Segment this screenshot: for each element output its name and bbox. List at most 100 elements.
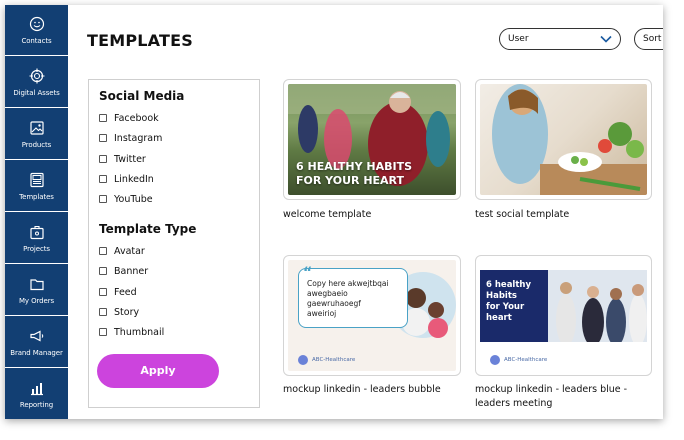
blue-panel: 6 healthy Habits for Your heart	[480, 270, 548, 342]
template-thumbnail: 6 HEALTHY HABITS FOR YOUR HEART	[288, 84, 456, 195]
filter-label: Instagram	[114, 132, 163, 144]
filter-feed[interactable]: Feed	[99, 285, 137, 299]
sort-button[interactable]: Sort	[634, 28, 663, 50]
template-thumbnail	[480, 84, 647, 195]
filter-label: YouTube	[114, 193, 153, 205]
template-type-heading: Template Type	[99, 222, 197, 236]
filter-linkedin[interactable]: LinkedIn	[99, 172, 154, 186]
apply-button[interactable]: Apply	[97, 354, 219, 388]
template-card-welcome[interactable]: 6 HEALTHY HABITS FOR YOUR HEART	[283, 79, 461, 200]
filter-instagram[interactable]: Instagram	[99, 131, 162, 145]
filter-twitter[interactable]: Twitter	[99, 152, 146, 166]
sidebar-item-label: Digital Assets	[13, 88, 60, 97]
template-icon	[29, 172, 44, 187]
brand-name: ABC-Healthcare	[504, 357, 548, 363]
sidebar-item-brand-manager[interactable]: Brand Manager	[5, 317, 68, 368]
template-thumbnail: 6 healthy Habits for Your heart ABC-Heal…	[480, 260, 647, 371]
filter-facebook[interactable]: Facebook	[99, 111, 159, 125]
filter-banner[interactable]: Banner	[99, 264, 148, 278]
filter-panel: Social Media Facebook Instagram Twitter …	[88, 79, 260, 408]
brand-name: ABC-Healthcare	[312, 357, 356, 363]
bubble-line: gaewruhaoegf	[307, 299, 361, 308]
sidebar-item-label: Reporting	[19, 401, 54, 409]
card-overlay-text: 6 HEALTHY HABITS FOR YOUR HEART	[296, 160, 412, 188]
card-title[interactable]: test social template	[475, 208, 569, 222]
target-icon	[29, 68, 44, 83]
filter-label: Thumbnail	[114, 326, 165, 338]
overlay-line: FOR YOUR HEART	[296, 174, 405, 187]
overlay-line: 6 healthy	[486, 280, 531, 290]
checkbox[interactable]	[99, 328, 107, 336]
template-thumbnail: “ Copy here akwejtbqai awegbaeio gaewruh…	[288, 260, 456, 371]
folder-icon	[29, 278, 44, 290]
checkbox[interactable]	[99, 247, 107, 255]
logo-icon	[490, 355, 500, 365]
sidebar-item-label: My Orders	[18, 296, 55, 305]
sidebar-item-reporting[interactable]: Reporting	[5, 369, 68, 419]
checkbox[interactable]	[99, 175, 107, 183]
sidebar-item-label: Templates	[19, 192, 54, 201]
template-card-leaders-bubble[interactable]: “ Copy here akwejtbqai awegbaeio gaewruh…	[283, 255, 461, 376]
sidebar-item-label: Brand Manager	[10, 348, 63, 357]
bubble-line: aweirioj	[307, 309, 337, 318]
chevron-down-icon	[600, 35, 612, 43]
filter-label: Facebook	[114, 112, 159, 124]
sidebar-item-contacts[interactable]: Contacts	[5, 5, 68, 56]
cooking-photo	[492, 84, 647, 195]
overlay-line: heart	[486, 313, 512, 323]
card-title[interactable]: mockup linkedin - leaders bubble	[283, 383, 441, 397]
speech-bubble: “ Copy here akwejtbqai awegbaeio gaewruh…	[298, 265, 408, 328]
card-title-line: leaders meeting	[475, 398, 553, 409]
megaphone-icon	[29, 330, 43, 341]
chart-icon	[30, 383, 43, 396]
sidebar-item-digital-assets[interactable]: Digital Assets	[5, 57, 68, 108]
template-card-test-social[interactable]	[475, 79, 652, 200]
page-title: TEMPLATES	[87, 31, 193, 50]
checkbox[interactable]	[99, 288, 107, 296]
filter-label: Avatar	[114, 245, 145, 257]
overlay-line: Habits	[486, 291, 517, 301]
brand-logo: ABC-Healthcare	[298, 355, 355, 365]
card-title[interactable]: welcome template	[283, 208, 371, 222]
social-media-heading: Social Media	[99, 89, 185, 103]
smiley-icon	[29, 16, 44, 31]
checkbox[interactable]	[99, 134, 107, 142]
filter-thumbnail[interactable]: Thumbnail	[99, 325, 164, 339]
meeting-photo	[548, 270, 647, 342]
filter-label: Feed	[114, 286, 137, 298]
filter-label: Banner	[114, 265, 149, 277]
checkbox[interactable]	[99, 308, 107, 316]
bubble-line: awegbaeio	[307, 289, 348, 298]
checkbox[interactable]	[99, 195, 107, 203]
quote-icon: “	[303, 265, 313, 281]
sidebar-item-projects[interactable]: Projects	[5, 213, 68, 264]
brand-logo: ABC-Healthcare	[490, 355, 547, 365]
overlay-line: 6 HEALTHY HABITS	[296, 160, 413, 173]
sidebar: Contacts Digital Assets Products Templat…	[5, 5, 68, 419]
checkbox[interactable]	[99, 267, 107, 275]
sidebar-item-label: Projects	[23, 244, 50, 253]
sidebar-item-my-orders[interactable]: My Orders	[5, 265, 68, 316]
sidebar-item-label: Products	[21, 140, 52, 149]
briefcase-icon	[29, 225, 44, 239]
filter-story[interactable]: Story	[99, 305, 139, 319]
filter-label: Story	[114, 306, 140, 318]
card-title-line: mockup linkedin - leaders blue -	[475, 384, 628, 395]
sidebar-item-templates[interactable]: Templates	[5, 161, 68, 212]
bubble-line: Copy here akwejtbqai	[307, 279, 389, 288]
card-title[interactable]: mockup linkedin - leaders blue - leaders…	[475, 383, 627, 411]
sidebar-item-products[interactable]: Products	[5, 109, 68, 160]
user-select[interactable]: User	[499, 28, 621, 50]
checkbox[interactable]	[99, 114, 107, 122]
filter-youtube[interactable]: YouTube	[99, 192, 153, 206]
filter-label: LinkedIn	[114, 173, 154, 185]
template-card-leaders-blue[interactable]: 6 healthy Habits for Your heart ABC-Heal…	[475, 255, 652, 376]
checkbox[interactable]	[99, 155, 107, 163]
sidebar-item-label: Contacts	[21, 36, 52, 45]
sort-label: Sort	[643, 34, 662, 44]
app-window: Contacts Digital Assets Products Templat…	[5, 5, 663, 419]
logo-icon	[298, 355, 308, 365]
image-icon	[29, 120, 44, 135]
filter-avatar[interactable]: Avatar	[99, 244, 145, 258]
filter-label: Twitter	[114, 153, 146, 165]
